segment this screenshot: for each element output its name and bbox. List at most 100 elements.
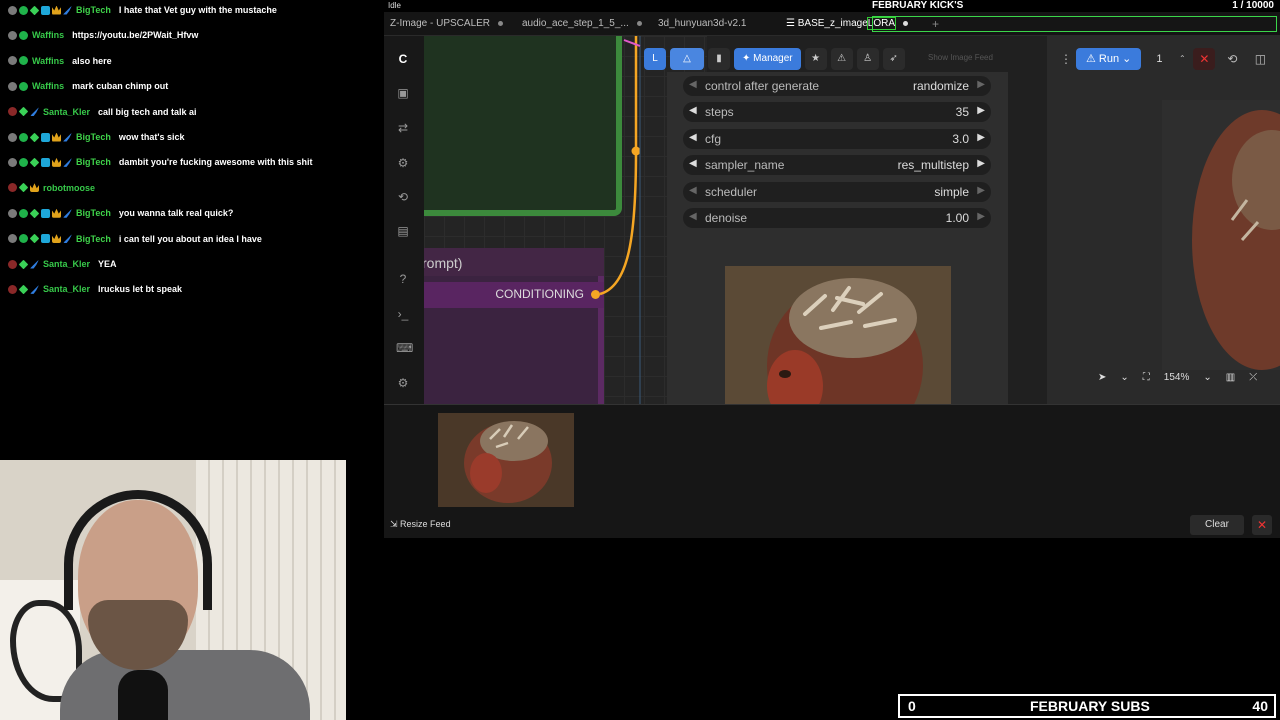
l-badge-button[interactable]: L: [644, 48, 666, 70]
chat-username[interactable]: BigTech: [76, 132, 111, 142]
terminal-icon[interactable]: ›_: [396, 307, 410, 321]
increment-arrow-icon[interactable]: ▶: [977, 79, 985, 90]
manager-button[interactable]: ✦ Manager: [734, 48, 801, 70]
tab-close-dot[interactable]: [636, 20, 642, 26]
resize-feed-button[interactable]: ⇲ Resize Feed: [390, 519, 451, 530]
ksampler-node[interactable]: ◀ control after generate randomize ▶ ◀ steps 3…: [667, 72, 1008, 404]
zoom-dropdown-chevron-icon[interactable]: ⌄: [1203, 372, 1211, 383]
clear-feed-button[interactable]: Clear: [1190, 515, 1244, 535]
drag-handle-icon[interactable]: ⋮: [1060, 48, 1072, 70]
templates-icon[interactable]: ▤: [396, 224, 410, 238]
crown-badge-icon: [52, 132, 61, 142]
model-icon[interactable]: ⚠: [830, 48, 853, 70]
widget-sampler-name[interactable]: ◀ sampler_name res_multistep ▶: [683, 155, 991, 176]
nodes-icon[interactable]: ⚙: [396, 156, 410, 170]
widget-value[interactable]: 1.00: [946, 211, 969, 225]
settings-gear-icon[interactable]: ⚙: [396, 376, 410, 390]
run-button[interactable]: ⚠ Run ⌄: [1076, 48, 1142, 70]
crown-badge-icon: [30, 183, 39, 193]
models-icon[interactable]: ⟲: [396, 190, 410, 204]
widget-value[interactable]: 3.0: [952, 132, 969, 146]
new-tab-button[interactable]: +: [932, 12, 939, 36]
batch-count-input[interactable]: 1: [1147, 53, 1171, 65]
image-icon[interactable]: ▣: [396, 86, 410, 100]
chat-username[interactable]: BigTech: [76, 157, 111, 167]
widget-denoise[interactable]: ◀ denoise 1.00 ▶: [683, 208, 991, 228]
link-visibility-icon[interactable]: ⤫: [1249, 372, 1257, 383]
minimap-icon[interactable]: ▥: [1226, 372, 1235, 383]
chat-username[interactable]: BigTech: [76, 5, 111, 15]
keyboard-icon[interactable]: ⌨: [396, 341, 413, 355]
decrement-arrow-icon[interactable]: ◀: [689, 158, 697, 169]
increment-arrow-icon[interactable]: ▶: [977, 132, 985, 143]
chat-username[interactable]: Santa_Kler: [43, 284, 90, 294]
widget-value[interactable]: randomize: [913, 79, 969, 93]
help-icon[interactable]: ?: [396, 272, 410, 286]
close-feed-icon[interactable]: ✕: [1252, 515, 1272, 535]
crown-badge-icon: [52, 208, 61, 218]
show-image-feed-toggle[interactable]: Show Image Feed: [928, 53, 993, 62]
vip-badge-icon: [29, 5, 40, 15]
bookmark-icon[interactable]: ▮: [708, 48, 730, 70]
comfy-workspace: C ▣ ⇄ ⚙ ⟲ ▤ ? ›_ ⌨ ⚙ ≡ rompt) CONDITIONI…: [384, 36, 1280, 404]
chat-message: robotmoose: [8, 180, 103, 196]
sub-badge-icon: [41, 5, 50, 15]
increment-arrow-icon[interactable]: ▶: [977, 185, 985, 196]
chat-username[interactable]: BigTech: [76, 234, 111, 244]
star-icon[interactable]: ★: [804, 48, 827, 70]
tab-audio-ace-step[interactable]: audio_ace_step_1_5_...: [516, 12, 642, 36]
chat-text: call big tech and talk ai: [98, 106, 197, 117]
chat-username[interactable]: Waffins: [32, 56, 64, 66]
widget-control-after-generate[interactable]: ◀ control after generate randomize ▶: [683, 76, 991, 96]
reroute-dot[interactable]: [631, 146, 641, 156]
headset-icon: [64, 490, 212, 610]
widget-steps[interactable]: ◀ steps 35 ▶: [683, 102, 991, 123]
pointer-tool-icon[interactable]: ➤: [1098, 372, 1106, 383]
comfy-logo-icon[interactable]: C: [396, 52, 410, 66]
node-canvas[interactable]: ≡ rompt) CONDITIONING: [424, 36, 707, 404]
decrement-arrow-icon[interactable]: ◀: [689, 211, 697, 222]
decrement-arrow-icon[interactable]: ◀: [689, 105, 697, 116]
mod-badge-icon: [8, 5, 17, 15]
mod-badge-icon: [8, 81, 17, 91]
batch-stepper-icon[interactable]: ⌃: [1177, 48, 1187, 70]
share-icon[interactable]: ➶: [882, 48, 905, 70]
tab-close-dot[interactable]: [498, 20, 504, 26]
chat-text: i can tell you about an idea I have: [118, 233, 262, 244]
widget-value[interactable]: simple: [934, 185, 969, 199]
widget-scheduler[interactable]: ◀ scheduler simple ▶: [683, 181, 991, 202]
chat-username[interactable]: BigTech: [76, 208, 111, 218]
decrement-arrow-icon[interactable]: ◀: [689, 79, 697, 90]
run-dropdown-chevron-icon: ⌄: [1122, 53, 1132, 65]
widget-cfg[interactable]: ◀ cfg 3.0 ▶: [683, 128, 991, 149]
widget-value[interactable]: 35: [956, 105, 969, 119]
ai-icon[interactable]: ♙: [856, 48, 879, 70]
tab-3d-hunyuan[interactable]: 3d_hunyuan3d-v2.1: [652, 12, 746, 36]
chat-username[interactable]: robotmoose: [43, 183, 95, 193]
tab-z-image-upscaler[interactable]: Z-Image - UPSCALER: [384, 12, 504, 36]
ok-badge-icon: [19, 132, 28, 142]
decrement-arrow-icon[interactable]: ◀: [689, 185, 697, 196]
image-feed: ⇲ Resize Feed Clear ✕: [384, 404, 1280, 538]
widget-name: steps: [705, 105, 734, 120]
chat-username[interactable]: Waffins: [32, 30, 64, 40]
increment-arrow-icon[interactable]: ▶: [977, 211, 985, 222]
increment-arrow-icon[interactable]: ▶: [977, 105, 985, 116]
chat-username[interactable]: Waffins: [32, 81, 64, 91]
history-icon[interactable]: ⟲: [1221, 48, 1243, 70]
toggle-panel-icon[interactable]: ◫: [1249, 48, 1271, 70]
increment-arrow-icon[interactable]: ▶: [977, 158, 985, 169]
cancel-queue-button[interactable]: ✕: [1193, 48, 1216, 70]
fit-view-icon[interactable]: ⛶: [1143, 372, 1150, 383]
queue-icon[interactable]: ⇄: [396, 121, 410, 135]
chat-text: https://youtu.be/2PWait_Hfvw: [72, 30, 199, 41]
feed-thumbnail[interactable]: [438, 413, 574, 507]
zoom-level[interactable]: 154%: [1164, 372, 1190, 383]
dark-badge-icon: [8, 259, 17, 269]
widget-value[interactable]: res_multistep: [898, 158, 969, 172]
logo-icon[interactable]: △: [670, 48, 704, 70]
decrement-arrow-icon[interactable]: ◀: [689, 132, 697, 143]
chat-username[interactable]: Santa_Kler: [43, 259, 90, 269]
pointer-dropdown-chevron-icon[interactable]: ⌄: [1120, 372, 1128, 383]
chat-username[interactable]: Santa_Kler: [43, 107, 90, 117]
